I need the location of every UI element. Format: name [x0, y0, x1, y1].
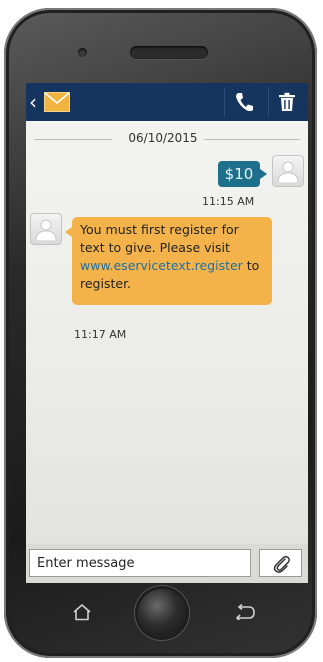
received-message-text: You must first register for text to give… — [80, 222, 239, 255]
attach-button[interactable] — [259, 549, 302, 577]
chevron-left-icon[interactable]: ‹ — [29, 90, 37, 114]
person-icon — [277, 161, 299, 183]
front-camera — [78, 48, 87, 57]
register-link[interactable]: www.eservicetext.register — [80, 258, 243, 273]
sent-message-bubble[interactable]: $10 — [218, 161, 267, 187]
contact-avatar[interactable] — [30, 213, 62, 245]
received-message-bubble[interactable]: You must first register for text to give… — [65, 217, 272, 305]
app-bar: ‹ — [26, 83, 308, 121]
person-icon — [35, 219, 57, 241]
conversation-date: 06/10/2015 — [128, 131, 198, 145]
app-bar-divider — [268, 87, 269, 117]
paperclip-icon — [273, 555, 290, 573]
sent-message-time: 11:15 AM — [202, 195, 255, 208]
my-avatar — [272, 155, 304, 187]
trash-icon[interactable] — [278, 92, 296, 112]
home-button[interactable] — [138, 589, 186, 637]
earpiece-speaker — [130, 46, 208, 59]
app-bar-divider — [224, 87, 225, 117]
envelope-icon — [44, 92, 70, 112]
date-line-left — [34, 139, 112, 140]
date-line-right — [204, 139, 300, 140]
messaging-screen: ‹ 06/10/2015 $10 11:15 AM You must first… — [26, 83, 308, 583]
date-separator: 06/10/2015 — [34, 131, 300, 147]
message-composer — [26, 544, 308, 583]
received-message-time: 11:17 AM — [74, 328, 127, 341]
phone-icon[interactable] — [234, 91, 254, 113]
home-icon[interactable] — [72, 603, 92, 621]
back-arrow-icon[interactable] — [234, 604, 256, 620]
message-input[interactable] — [29, 549, 251, 577]
